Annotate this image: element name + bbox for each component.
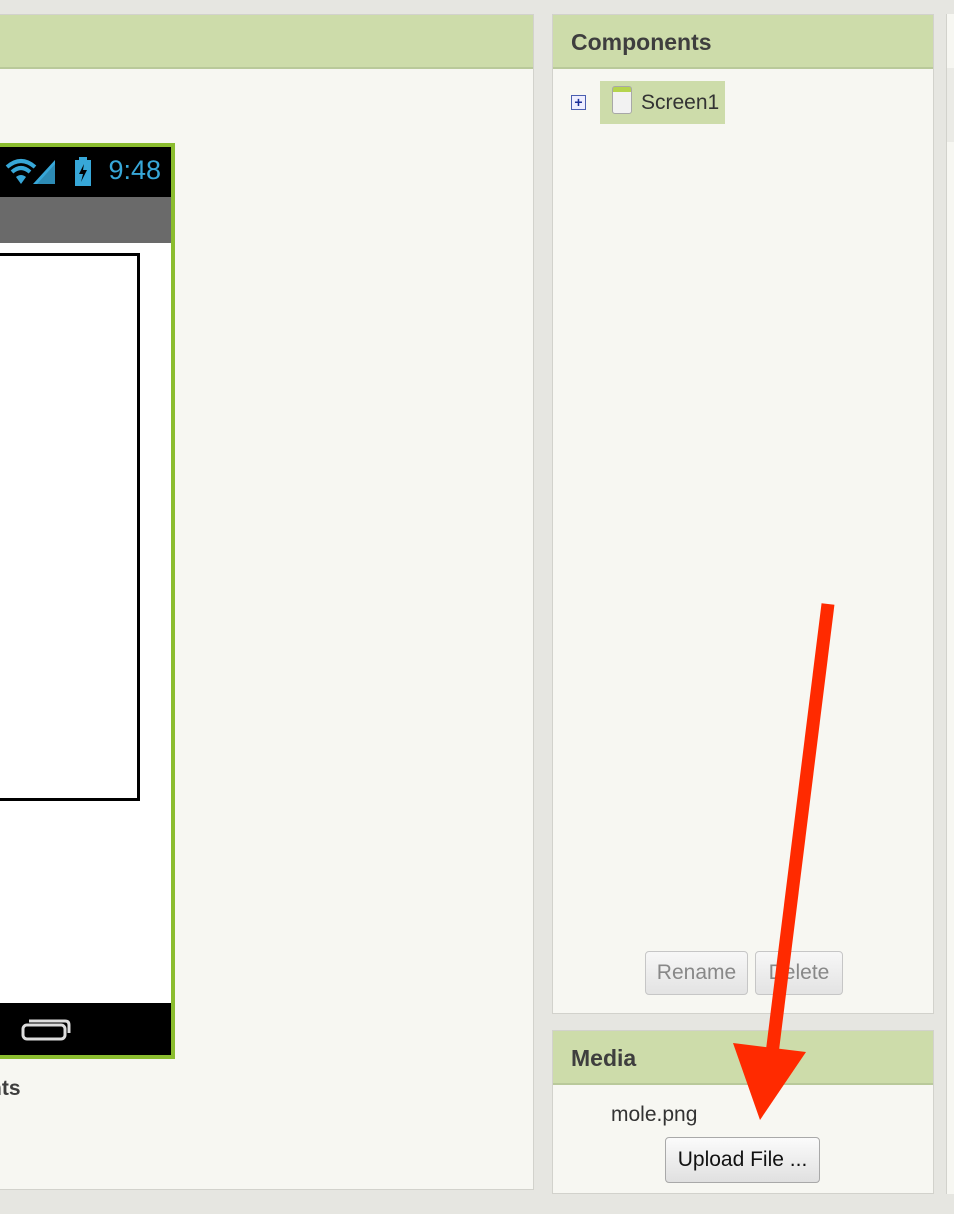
tree-item-label: Screen1 — [641, 90, 720, 114]
upload-file-button[interactable]: Upload File ... — [665, 1137, 820, 1183]
properties-panel-edge — [946, 14, 954, 1194]
viewer-panel: 9:48 nts — [0, 14, 534, 1190]
delete-button[interactable]: Delete — [755, 951, 843, 995]
expand-plus-icon[interactable]: + — [571, 95, 586, 110]
recent-apps-icon — [21, 1019, 71, 1041]
status-time: 9:48 — [108, 155, 161, 185]
screen-icon — [612, 85, 632, 114]
phone-title-bar — [0, 197, 171, 243]
viewer-header — [0, 15, 533, 69]
media-header: Media — [553, 1031, 933, 1085]
canvas-component[interactable] — [0, 253, 140, 801]
components-panel: Components + Screen1 Rename Delete — [552, 14, 934, 1014]
nonvisible-components-label: nts — [0, 1077, 21, 1100]
components-header: Components — [553, 15, 933, 69]
phone-nav-bar — [0, 1003, 171, 1055]
media-panel: Media mole.png Upload File ... — [552, 1030, 934, 1194]
component-tree-row: + Screen1 — [571, 81, 725, 124]
phone-preview: 9:48 — [0, 143, 175, 1059]
properties-panel-header-edge — [947, 68, 954, 142]
battery-icon — [75, 157, 91, 186]
phone-status-bar: 9:48 — [0, 147, 171, 197]
media-file-item[interactable]: mole.png — [611, 1103, 697, 1127]
rename-button[interactable]: Rename — [645, 951, 748, 995]
tree-item-screen1[interactable]: Screen1 — [600, 81, 725, 124]
